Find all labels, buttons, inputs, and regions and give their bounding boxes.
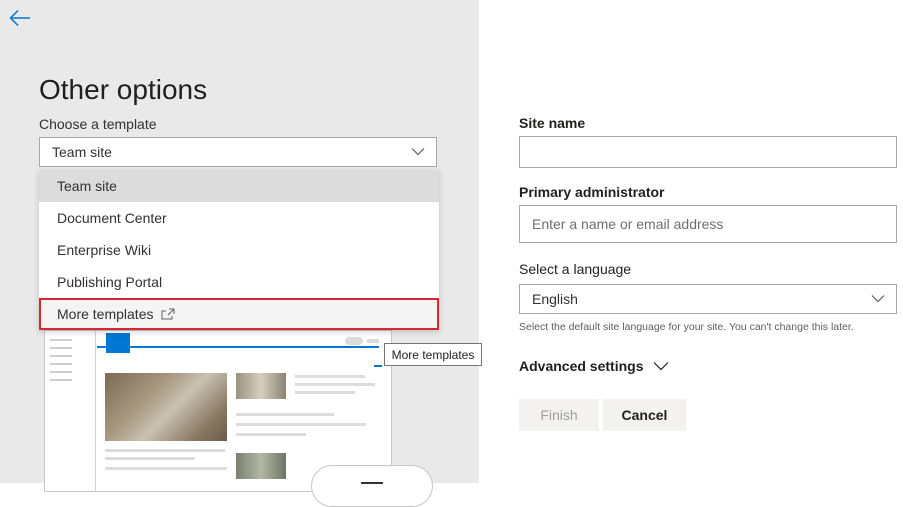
dropdown-option-enterprise-wiki[interactable]: Enterprise Wiki	[39, 234, 439, 266]
dropdown-option-label: Publishing Portal	[57, 274, 163, 290]
dropdown-option-label: Document Center	[57, 210, 167, 226]
primary-admin-label: Primary administrator	[519, 184, 665, 200]
chevron-down-icon	[653, 361, 669, 371]
chevron-down-icon	[871, 295, 885, 303]
primary-admin-input[interactable]	[519, 205, 897, 243]
back-button[interactable]	[6, 5, 34, 31]
preview-header-line	[97, 346, 379, 348]
page-title: Other options	[39, 74, 208, 105]
advanced-settings-toggle[interactable]: Advanced settings	[519, 358, 669, 374]
dropdown-option-document-center[interactable]: Document Center	[39, 202, 439, 234]
dropdown-option-label: More templates	[57, 306, 154, 322]
preview-logo	[106, 333, 130, 353]
preview-bubble	[311, 465, 433, 507]
tooltip: More templates	[384, 343, 482, 366]
preview-image	[105, 373, 227, 441]
open-in-new-window-icon	[161, 308, 175, 320]
dropdown-option-team-site[interactable]: Team site	[39, 170, 439, 202]
preview-image	[236, 373, 286, 399]
language-select[interactable]: English	[519, 284, 897, 314]
language-label: Select a language	[519, 261, 632, 277]
dropdown-option-label: Team site	[57, 178, 117, 194]
site-name-label: Site name	[519, 115, 586, 131]
template-dropdown-list: Team site Document Center Enterprise Wik…	[39, 170, 439, 330]
dropdown-option-label: Enterprise Wiki	[57, 242, 152, 258]
template-select-value: Team site	[52, 144, 112, 160]
cancel-button[interactable]: Cancel	[603, 399, 686, 431]
dropdown-option-more-templates[interactable]: More templates	[39, 298, 439, 330]
site-name-input[interactable]	[519, 136, 897, 168]
language-select-value: English	[532, 291, 578, 307]
chevron-down-icon	[411, 148, 425, 156]
advanced-settings-label: Advanced settings	[519, 358, 644, 374]
left-pane: Other options Choose a template Team sit…	[0, 0, 482, 507]
arrow-left-icon	[9, 9, 30, 27]
dropdown-option-publishing-portal[interactable]: Publishing Portal	[39, 266, 439, 298]
preview-sidebar	[45, 331, 96, 491]
finish-button[interactable]: Finish	[519, 399, 599, 431]
template-label: Choose a template	[39, 116, 157, 132]
template-select[interactable]: Team site	[39, 137, 437, 167]
language-help-text: Select the default site language for you…	[519, 321, 854, 333]
preview-image	[236, 453, 286, 479]
